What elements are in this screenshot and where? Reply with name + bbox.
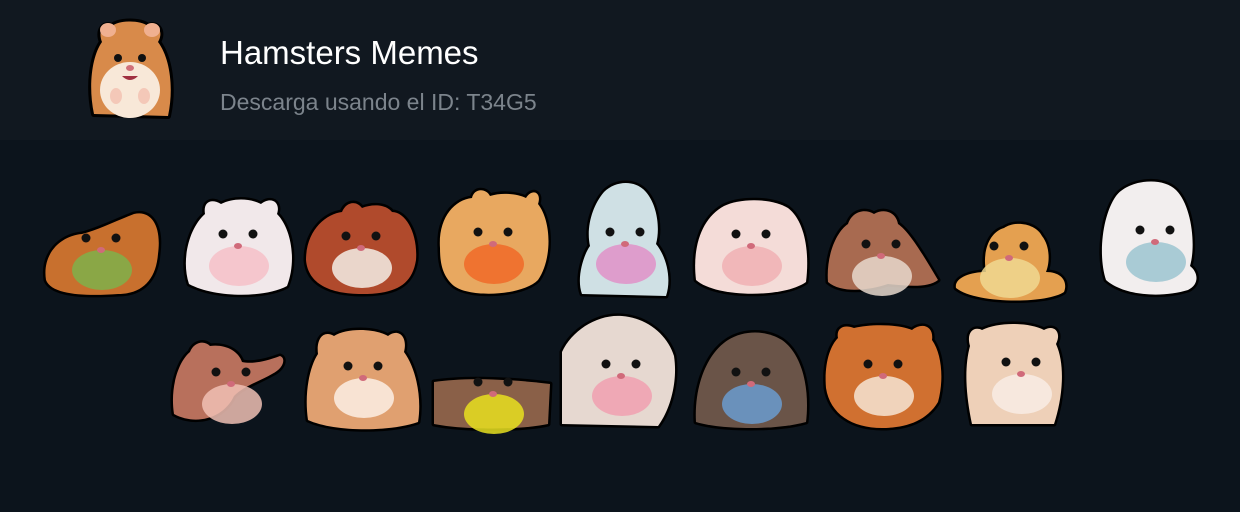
hooded-hamster-sticker[interactable] [1092,176,1216,300]
white-hamster-sticker[interactable] [175,180,299,304]
hamster-sticker-icon[interactable] [82,16,178,124]
hamster-in-costume-sticker[interactable] [562,178,686,302]
eating-hamster-sticker[interactable] [300,312,424,436]
hamster-with-brush-sticker[interactable] [818,190,942,314]
puffy-hamster-sticker[interactable] [688,180,812,304]
shocked-hamster-sticker[interactable] [958,308,1082,432]
hamster-in-wheel-sticker[interactable] [430,328,554,452]
hamster-with-carrot-sticker[interactable] [430,178,554,302]
hamster-tongue-sticker[interactable] [558,310,682,434]
ginger-hamster-sticker[interactable] [820,310,944,434]
pack-title: Hamsters Memes [220,34,479,71]
hamster-in-towel-sticker[interactable] [688,318,812,442]
pack-header: Hamsters Memes Descarga usando el ID: T3… [0,0,1240,140]
guinea-pig-sticker[interactable] [38,184,162,308]
pack-download-id: Descarga usando el ID: T34G5 [220,89,537,115]
waving-hamster-sticker[interactable] [168,318,292,442]
hamster-in-teacup-sticker[interactable] [946,192,1070,316]
sticker-grid [0,140,1240,512]
spotted-hamster-sticker[interactable] [298,182,422,306]
